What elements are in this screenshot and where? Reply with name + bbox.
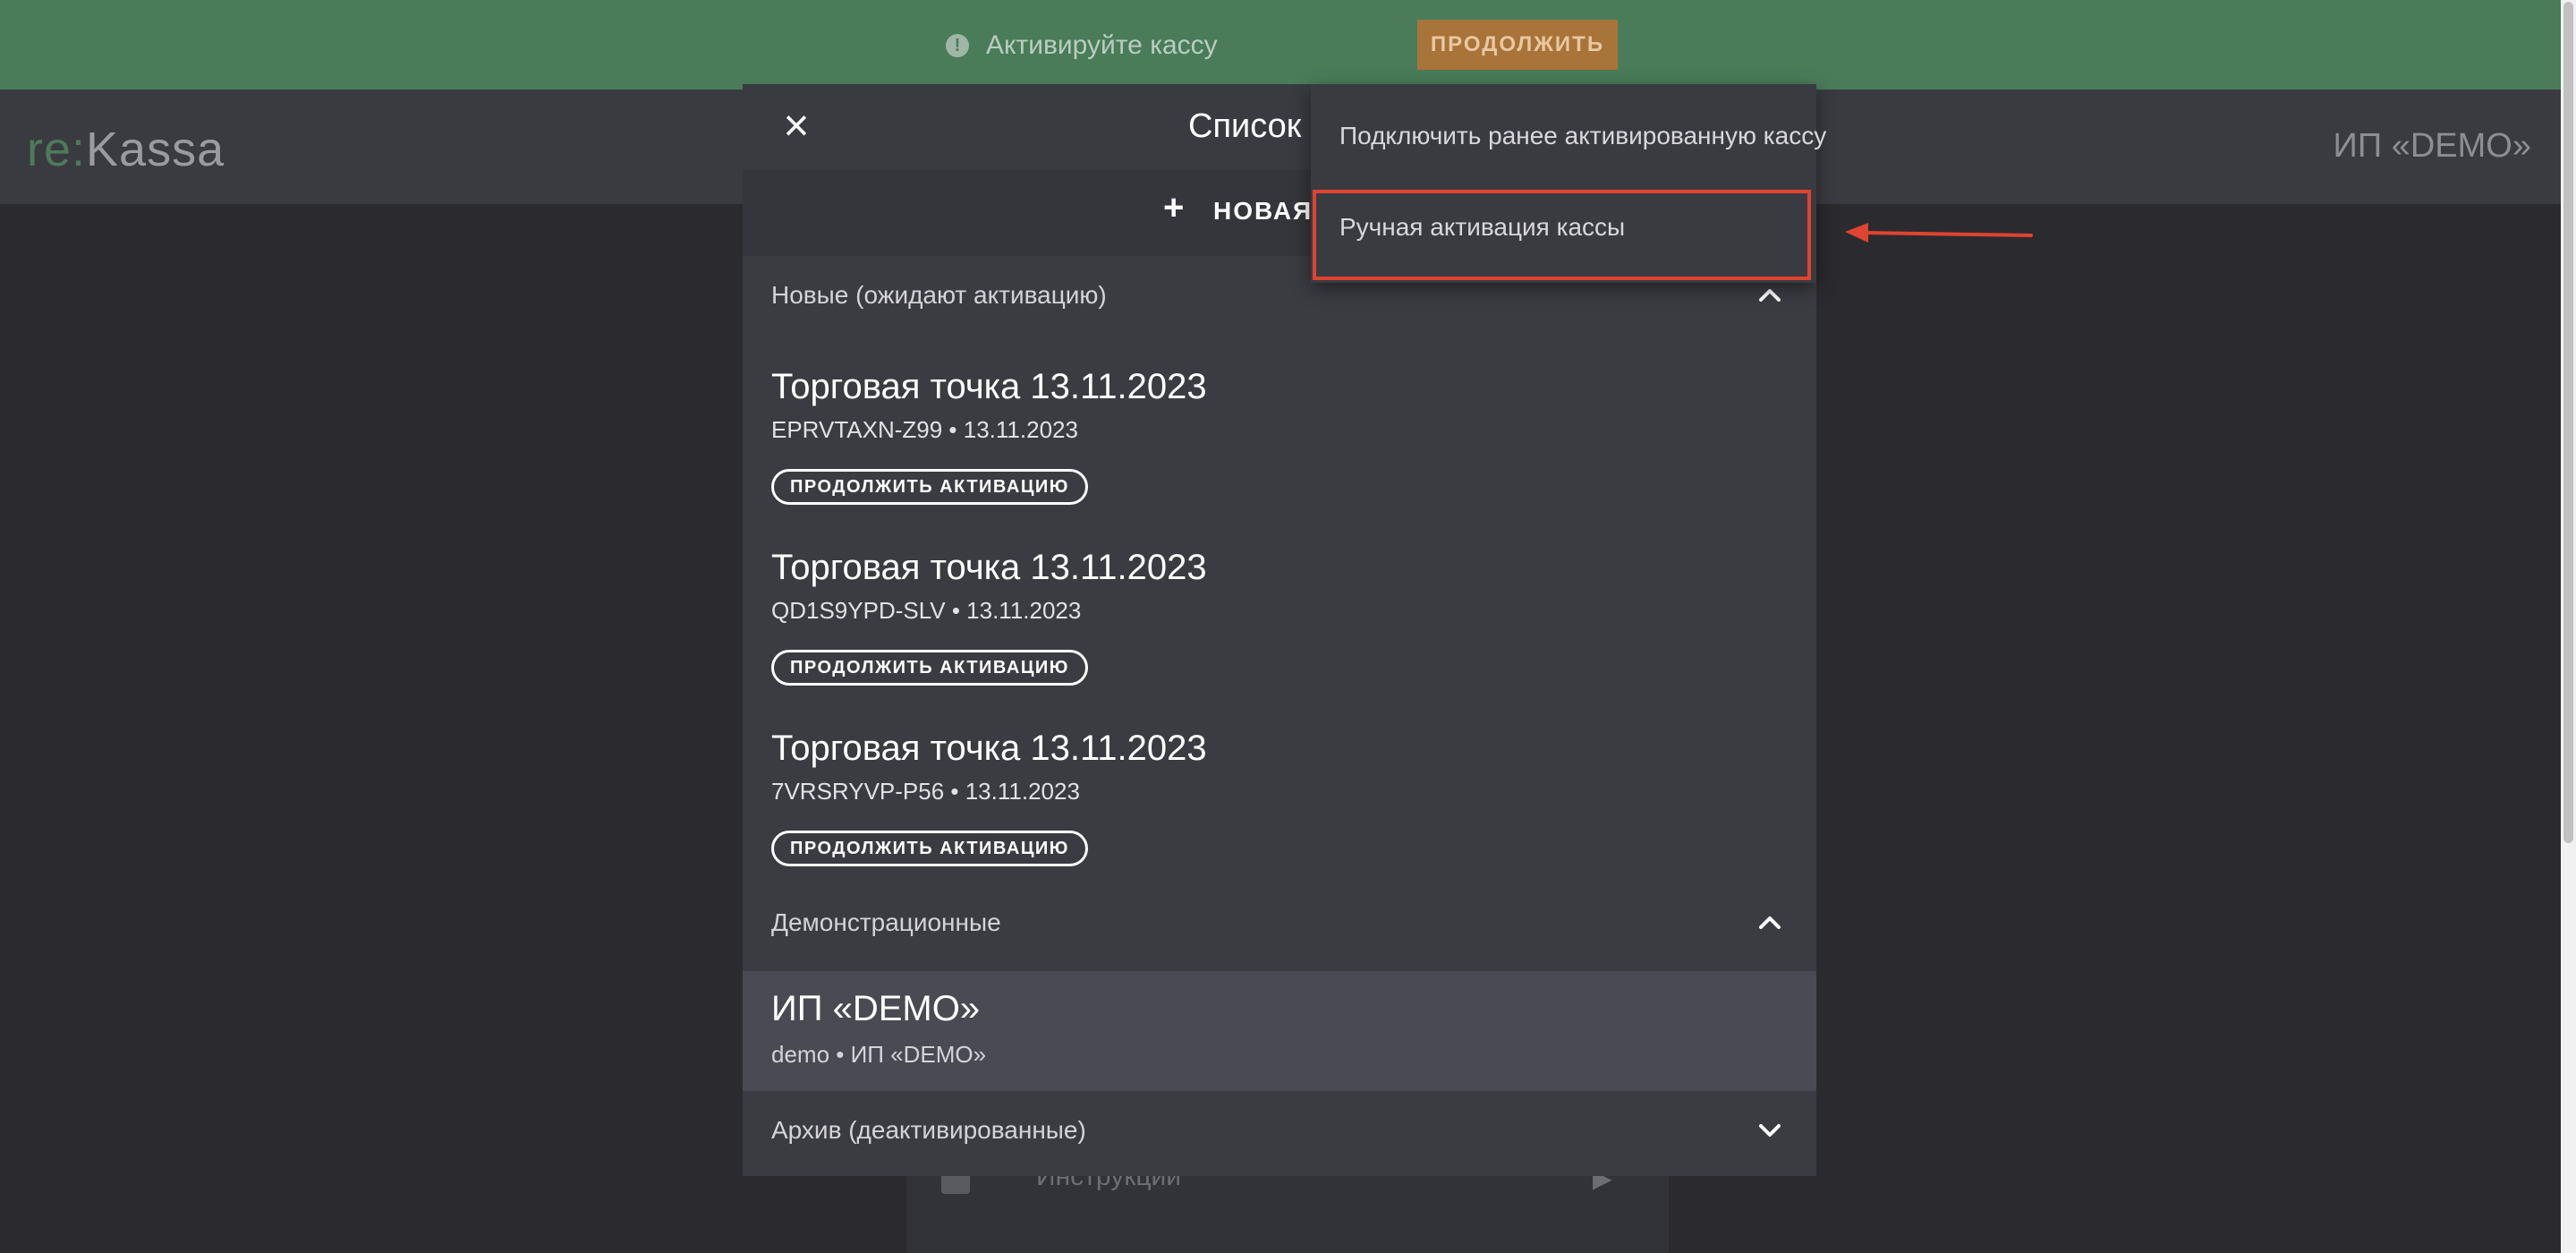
header-org-name[interactable]: ИП «DEMO»	[2334, 127, 2531, 166]
store-name: Торговая точка 13.11.2023	[771, 548, 1207, 587]
info-icon: !	[946, 34, 969, 57]
store-subtitle: QD1S9YPD-SLV • 13.11.2023	[771, 597, 1082, 624]
page-scrollbar[interactable]	[2561, 0, 2576, 1253]
logo-kassa: Kassa	[86, 123, 225, 176]
plus-icon: +	[1163, 188, 1185, 227]
annotation-arrow-icon	[1845, 223, 2033, 243]
scrollbar-thumb[interactable]	[2563, 2, 2573, 843]
continue-activation-button[interactable]: ПРОДОЛЖИТЬ АКТИВАЦИЮ	[771, 650, 1088, 686]
chevron-up-icon	[1759, 289, 1781, 302]
demo-register-item[interactable]: ИП «DEMO» demo • ИП «DEMO»	[743, 971, 1816, 1091]
store-item: Торговая точка 13.11.2023 EPRVTAXN-Z99 •…	[771, 367, 1666, 505]
continue-activation-button[interactable]: ПРОДОЛЖИТЬ АКТИВАЦИЮ	[771, 469, 1088, 505]
section-header-archive[interactable]: Архив (деактивированные)	[743, 1091, 1816, 1173]
store-item: Торговая точка 13.11.2023 7VRSRYVP-P56 •…	[771, 729, 1666, 866]
chevron-up-icon	[1759, 916, 1781, 929]
section-title-new: Новые (ожидают активацию)	[771, 281, 1107, 309]
demo-register-name: ИП «DEMO»	[771, 989, 981, 1028]
store-name: Торговая точка 13.11.2023	[771, 729, 1207, 768]
store-name: Торговая точка 13.11.2023	[771, 367, 1207, 406]
highlight-box	[1313, 190, 1811, 280]
app-logo: re:Kassa	[27, 122, 225, 177]
logo-re: re:	[27, 123, 87, 176]
continue-activation-button[interactable]: ПРОДОЛЖИТЬ АКТИВАЦИЮ	[771, 831, 1088, 866]
store-item: Торговая точка 13.11.2023 QD1S9YPD-SLV •…	[771, 548, 1666, 686]
activation-banner: ! Активируйте кассу ПРОДОЛЖИТЬ	[0, 0, 2561, 90]
modal-title: Список к	[1188, 107, 1326, 145]
close-icon[interactable]: ×	[775, 103, 818, 149]
section-header-demo[interactable]: Демонстрационные	[743, 883, 1816, 966]
store-subtitle: 7VRSRYVP-P56 • 13.11.2023	[771, 778, 1080, 805]
chevron-down-icon	[1759, 1124, 1781, 1137]
store-subtitle: EPRVTAXN-Z99 • 13.11.2023	[771, 416, 1078, 443]
section-title-demo: Демонстрационные	[771, 908, 1001, 936]
demo-register-subtitle: demo • ИП «DEMO»	[771, 1041, 987, 1068]
banner-continue-button[interactable]: ПРОДОЛЖИТЬ	[1417, 20, 1618, 70]
banner-text: Активируйте кассу	[986, 30, 1218, 60]
menu-item-connect-existing[interactable]: Подключить ранее активированную кассу	[1311, 93, 1826, 179]
section-title-archive: Архив (деактивированные)	[771, 1116, 1086, 1144]
